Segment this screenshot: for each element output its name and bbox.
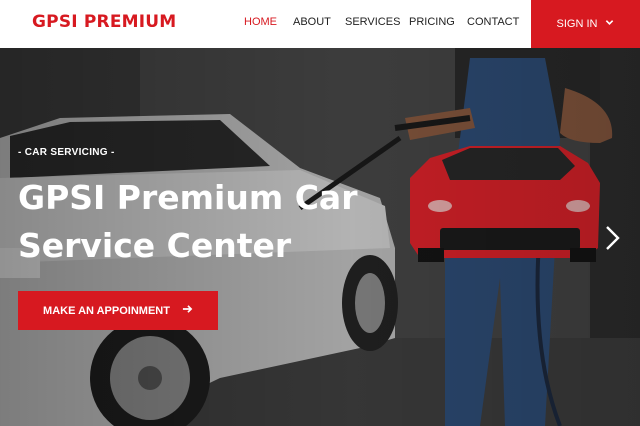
slider-next-chevron-right-icon[interactable]	[602, 224, 622, 252]
logo[interactable]: GPSI PREMIUM	[32, 12, 176, 32]
sign-in-button[interactable]: SIGN IN	[531, 0, 640, 48]
arrow-right-icon	[182, 304, 193, 317]
site-header: GPSI PREMIUM HOME ABOUT SERVICES PRICING…	[0, 0, 640, 48]
hero-section: - CAR SERVICING - GPSI Premium Car Servi…	[0, 48, 640, 426]
make-appointment-button[interactable]: MAKE AN APPOINMENT	[18, 291, 218, 330]
sign-in-label: SIGN IN	[556, 18, 598, 30]
make-appointment-label: MAKE AN APPOINMENT	[43, 304, 170, 317]
nav-pricing[interactable]: PRICING	[409, 16, 455, 28]
nav-services[interactable]: SERVICES	[345, 16, 400, 28]
nav-about[interactable]: ABOUT	[293, 16, 331, 28]
nav-home[interactable]: HOME	[244, 16, 277, 28]
nav-contact[interactable]: CONTACT	[467, 16, 519, 28]
chevron-down-icon	[605, 18, 614, 30]
hero-headline: GPSI Premium Car Service Center	[18, 178, 358, 265]
hero-eyebrow: - CAR SERVICING -	[18, 147, 115, 158]
